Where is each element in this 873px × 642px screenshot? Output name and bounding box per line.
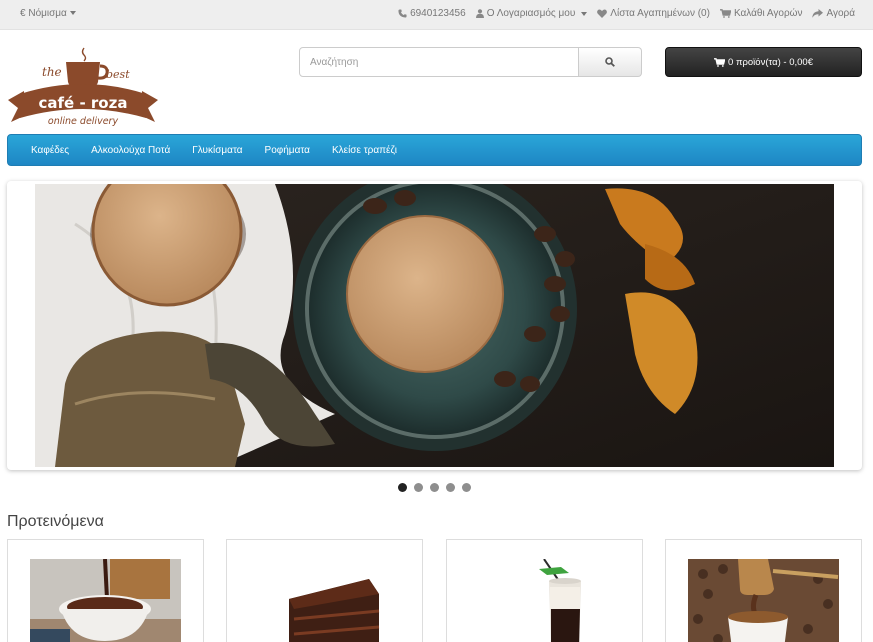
- wishlist-link[interactable]: Λίστα Αγαπημένων (0): [597, 8, 710, 19]
- featured-title: Προτεινόμενα: [7, 513, 104, 530]
- top-bar: € Νόμισμα 6940123456 Ο Λογαριασμός μου Λ…: [0, 0, 873, 30]
- menu-item-beverages[interactable]: Ροφήματα: [254, 145, 321, 156]
- logo-text-the: the: [42, 65, 62, 79]
- product-card[interactable]: [665, 539, 862, 642]
- slide-dot-4[interactable]: [446, 483, 455, 492]
- search-bar: [299, 47, 642, 77]
- cart-label: Καλάθι Αγορών: [733, 8, 803, 19]
- chevron-down-icon: [581, 11, 588, 16]
- cafe-roza-logo: the best café - roza online delivery: [8, 47, 158, 127]
- search-button[interactable]: [579, 47, 642, 77]
- slide-dot-3[interactable]: [430, 483, 439, 492]
- store-logo[interactable]: the best café - roza online delivery: [8, 44, 158, 128]
- phone-number: 6940123456: [410, 8, 466, 19]
- slide-dot-2[interactable]: [414, 483, 423, 492]
- product-image[interactable]: [249, 559, 400, 642]
- product-image[interactable]: [469, 559, 620, 642]
- checkout-link[interactable]: Αγορά: [812, 8, 855, 19]
- menu-item-sweets[interactable]: Γλυκίσματα: [181, 145, 253, 156]
- logo-text-best: best: [106, 68, 130, 81]
- currency-symbol: €: [20, 8, 26, 19]
- cart-summary-button[interactable]: 0 προϊόν(τα) - 0,00€: [665, 47, 862, 77]
- cart-icon: [719, 9, 731, 18]
- product-card[interactable]: [7, 539, 204, 642]
- phone-link[interactable]: 6940123456: [398, 8, 466, 19]
- phone-icon: [398, 9, 407, 18]
- slide-dot-1[interactable]: [398, 483, 407, 492]
- share-icon: [812, 9, 824, 18]
- main-menu: Καφέδες Αλκοολούχα Ποτά Γλυκίσματα Ροφήμ…: [7, 134, 862, 166]
- slideshow-pagination: [398, 483, 471, 492]
- account-label: Ο Λογαριασμός μου: [486, 8, 576, 19]
- menu-item-book-table[interactable]: Κλείσε τραπέζι: [321, 145, 408, 156]
- menu-item-coffees[interactable]: Καφέδες: [20, 145, 80, 156]
- cart-link[interactable]: Καλάθι Αγορών: [719, 8, 803, 19]
- search-icon: [605, 57, 615, 67]
- top-links: 6940123456 Ο Λογαριασμός μου Λίστα Αγαπη…: [398, 8, 855, 19]
- chevron-down-icon: [69, 11, 76, 16]
- slide-dot-5[interactable]: [462, 483, 471, 492]
- user-icon: [475, 9, 484, 18]
- account-dropdown[interactable]: Ο Λογαριασμός μου: [475, 8, 588, 19]
- slideshow[interactable]: [7, 181, 862, 470]
- logo-name: café - roza: [39, 94, 128, 112]
- search-input[interactable]: [299, 47, 579, 77]
- product-image[interactable]: [30, 559, 181, 642]
- wishlist-label: Λίστα Αγαπημένων (0): [610, 8, 710, 19]
- heart-icon: [597, 9, 608, 18]
- cart-summary-label: 0 προϊόν(τα) - 0,00€: [728, 56, 813, 68]
- menu-item-alcoholic-drinks[interactable]: Αλκοολούχα Ποτά: [80, 145, 181, 156]
- product-image[interactable]: [688, 559, 839, 642]
- slide-image: [35, 184, 834, 467]
- currency-label: Νόμισμα: [28, 8, 67, 19]
- product-card[interactable]: [226, 539, 423, 642]
- checkout-label: Αγορά: [826, 8, 855, 19]
- product-card[interactable]: [446, 539, 643, 642]
- cart-icon: [714, 57, 726, 67]
- logo-tagline: online delivery: [48, 116, 119, 127]
- currency-dropdown[interactable]: € Νόμισμα: [20, 8, 76, 19]
